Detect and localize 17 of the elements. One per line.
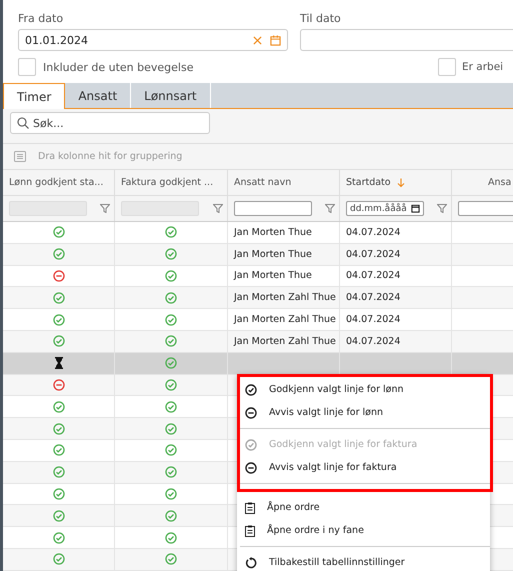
group-hint: Dra kolonne hit for gruppering [38,151,182,162]
table-cell: 04.07.2024 [346,292,400,304]
table-cell: Jan Morten Thue [234,248,312,260]
table-cell: 04.07.2024 [346,248,400,260]
field-label: Til dato [300,12,342,25]
table-cell: Jan Morten Zahl Thue [234,314,336,326]
table-cell: Jan Morten Zahl Thue [234,292,336,304]
table-cell: 04.07.2024 [346,314,400,326]
checkbox-label: Inkluder de uten bevegelse [43,60,194,74]
table-cell: Jan Morten Thue [234,270,312,282]
table-cell: 04.07.2024 [346,336,400,347]
field-label: Fra dato [18,12,64,25]
table-cell: Jan Morten Zahl Thue [234,336,336,347]
table-cell: Jan Morten Thue [234,226,312,238]
table-cell: 04.07.2024 [346,226,400,238]
table-cell: 04.07.2024 [346,270,400,282]
checkbox-label: Er arbei [462,61,504,73]
